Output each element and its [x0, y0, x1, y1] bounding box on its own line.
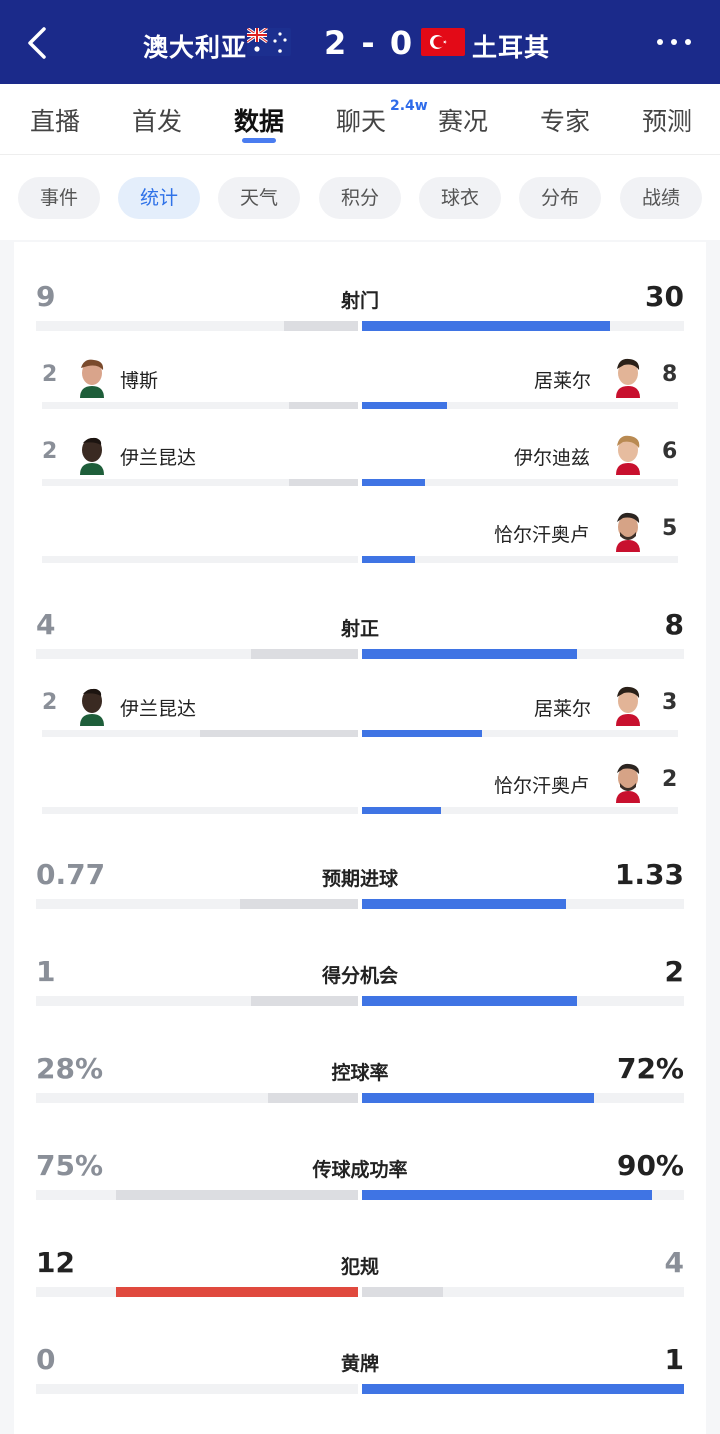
player-shot-count: 2 — [662, 767, 678, 792]
player-name[interactable]: 博斯 — [120, 366, 158, 393]
home-bar — [251, 649, 358, 659]
home-bar — [240, 899, 358, 909]
player-name[interactable]: 居莱尔 — [534, 694, 591, 721]
turkey-flag-icon — [421, 28, 465, 56]
player-avatar-icon[interactable] — [612, 684, 644, 726]
away-value: 72% — [616, 1052, 684, 1085]
subtab-distribution[interactable]: 分布 — [519, 177, 601, 219]
main-tabs: 直播 首发 数据 聊天 2.4w 赛况 专家 预测 — [0, 84, 720, 154]
stat-label: 射正 — [340, 618, 379, 640]
sub-tabs: 事件 统计 天气 积分 球衣 分布 战绩 — [0, 154, 720, 240]
away-value: 2 — [664, 955, 684, 988]
away-bar — [362, 1190, 652, 1200]
tab-chat[interactable]: 聊天 — [336, 102, 386, 138]
player-name[interactable]: 居莱尔 — [534, 366, 591, 393]
away-bar — [362, 996, 577, 1006]
away-value: 8 — [664, 608, 684, 641]
stat-label: 预期进球 — [321, 868, 398, 890]
player-name[interactable]: 恰尔汗奥卢 — [494, 520, 589, 547]
active-tab-indicator — [242, 138, 276, 143]
player-shot-count: 2 — [42, 439, 58, 464]
stat-label: 得分机会 — [321, 965, 398, 987]
player-name[interactable]: 伊尔迪兹 — [514, 443, 590, 470]
home-bar — [251, 996, 358, 1006]
away-value: 1.33 — [614, 858, 684, 891]
player-bar — [200, 730, 358, 737]
away-team-name[interactable]: 土耳其 — [472, 28, 550, 64]
stat-label: 犯规 — [340, 1256, 379, 1278]
player-avatar-icon[interactable] — [76, 433, 108, 475]
tab-lineup[interactable]: 首发 — [132, 102, 182, 138]
subtab-events[interactable]: 事件 — [18, 177, 100, 219]
player-avatar-icon[interactable] — [76, 356, 108, 398]
tab-prediction[interactable]: 预测 — [642, 102, 692, 138]
player-avatar-icon[interactable] — [612, 433, 644, 475]
subtab-stats[interactable]: 统计 — [118, 177, 200, 219]
player-avatar-icon[interactable] — [76, 684, 108, 726]
player-bar-track — [42, 807, 358, 814]
player-shot-count: 5 — [662, 516, 678, 541]
player-bar — [362, 730, 482, 737]
stat-label: 控球率 — [331, 1062, 389, 1084]
subtab-kits[interactable]: 球衣 — [419, 177, 501, 219]
match-header: 澳大利亚 2 - 0 土耳其 — [0, 0, 720, 84]
subtab-weather[interactable]: 天气 — [218, 177, 300, 219]
tab-live[interactable]: 直播 — [30, 102, 80, 138]
player-bar — [362, 479, 425, 486]
stat-label: 射门 — [340, 290, 379, 312]
player-shot-count: 8 — [662, 362, 678, 387]
away-bar — [362, 321, 610, 331]
player-bar — [362, 402, 447, 409]
away-bar — [362, 649, 577, 659]
player-name[interactable]: 伊兰昆达 — [120, 694, 196, 721]
player-bar — [289, 402, 358, 409]
player-bar — [362, 556, 415, 563]
tab-match-status[interactable]: 赛况 — [438, 102, 488, 138]
away-bar — [362, 1384, 684, 1394]
away-value: 1 — [664, 1343, 684, 1376]
subtab-standings[interactable]: 积分 — [319, 177, 401, 219]
home-bar — [284, 321, 358, 331]
home-bar-track — [36, 1384, 358, 1394]
chat-count-badge: 2.4w — [390, 98, 428, 114]
away-value: 30 — [645, 280, 684, 313]
player-name[interactable]: 伊兰昆达 — [120, 443, 196, 470]
player-name[interactable]: 恰尔汗奥卢 — [494, 771, 589, 798]
away-bar — [362, 899, 566, 909]
player-avatar-icon[interactable] — [612, 510, 644, 552]
home-bar — [268, 1093, 358, 1103]
away-bar — [362, 1093, 594, 1103]
back-arrow-icon[interactable] — [22, 26, 52, 60]
stat-label: 黄牌 — [340, 1353, 379, 1375]
away-bar — [362, 1287, 443, 1297]
player-bar-track — [42, 556, 358, 563]
player-shot-count: 2 — [42, 362, 58, 387]
more-dots-icon[interactable] — [656, 36, 692, 48]
tab-experts[interactable]: 专家 — [540, 102, 590, 138]
home-bar — [116, 1287, 358, 1297]
player-shot-count: 2 — [42, 690, 58, 715]
player-bar — [289, 479, 358, 486]
player-bar — [362, 807, 441, 814]
player-avatar-icon[interactable] — [612, 356, 644, 398]
match-score: 2 - 0 — [324, 24, 415, 62]
player-avatar-icon[interactable] — [612, 761, 644, 803]
tab-data[interactable]: 数据 — [234, 102, 284, 138]
home-team-name[interactable]: 澳大利亚 — [143, 28, 247, 64]
home-bar — [116, 1190, 358, 1200]
stat-label: 传球成功率 — [312, 1159, 408, 1181]
player-shot-count: 6 — [662, 439, 678, 464]
away-value: 4 — [664, 1246, 684, 1279]
away-value: 90% — [616, 1149, 684, 1182]
australia-flag-icon — [247, 28, 291, 56]
player-shot-count: 3 — [662, 690, 678, 715]
subtab-record[interactable]: 战绩 — [620, 177, 702, 219]
